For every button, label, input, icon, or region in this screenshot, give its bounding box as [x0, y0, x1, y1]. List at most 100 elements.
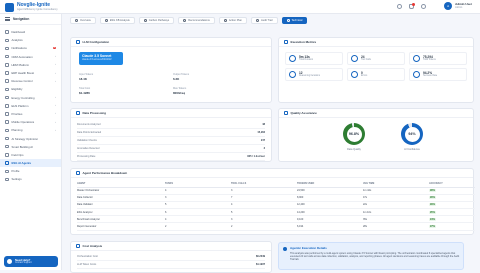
table-cell: 97%: [429, 222, 475, 231]
sidebar-item[interactable]: Revenue Control ›: [0, 77, 61, 85]
sidebar-item[interactable]: Dashboard: [0, 28, 61, 36]
tab-item[interactable]: Action Plan: [218, 17, 247, 24]
nav-icon: [5, 87, 9, 92]
bell-icon[interactable]: [409, 3, 415, 9]
sidebar-item[interactable]: Eligibility: [0, 85, 61, 93]
tab-label: ESG KB Analysis: [109, 19, 130, 22]
card-title: Agent Performance Breakdown: [82, 171, 128, 175]
metric-label: Total Duration: [299, 59, 314, 62]
chevron-right-icon: ›: [55, 104, 56, 108]
table-cell: Report Generator: [77, 222, 165, 231]
sidebar-item-label: Smart Building AI: [11, 144, 33, 149]
metric-label: Reasoning Iterations: [299, 75, 321, 78]
metric-icon: [351, 55, 358, 62]
note-text: This analysis was performed by a multi-a…: [290, 251, 460, 261]
tab-label: Recommendations: [188, 19, 210, 22]
tab-item[interactable]: Carbon Pathways: [138, 17, 175, 24]
table-cell: 99%: [429, 201, 475, 210]
tab-item[interactable]: Overview: [70, 17, 96, 24]
sidebar-item[interactable]: Priorities ›: [0, 110, 61, 118]
tab-icon: [183, 19, 187, 22]
table-cell: 94%: [429, 215, 475, 224]
row-value: 3: [263, 147, 265, 150]
sidebar-item[interactable]: Smart Building AI: [0, 143, 61, 151]
info-icon: [283, 247, 287, 251]
sidebar-item[interactable]: EHS Platform ›: [0, 102, 61, 110]
sidebar-item[interactable]: Notifications 3: [0, 44, 61, 52]
processing-row: Documents Analyzed 48: [77, 121, 265, 129]
accuracy-badge: 97%: [429, 225, 437, 229]
chevron-right-icon: ›: [55, 79, 56, 83]
cost-analysis-card: Cost Analysis Orchestration Cost $0.2349 L…: [70, 241, 272, 273]
tab-item[interactable]: Technical: [281, 17, 308, 24]
sidebar-item[interactable]: Settings: [0, 175, 61, 183]
tab-item[interactable]: Audit Trail: [250, 17, 278, 24]
nav-icon: [5, 104, 9, 108]
tab-item[interactable]: Recommendations: [178, 17, 215, 24]
tab-icon: [286, 19, 290, 22]
sidebar-item[interactable]: Planning ›: [0, 126, 61, 134]
sidebar-item-label: AI Strategy Optimizer: [11, 136, 39, 141]
sidebar-item[interactable]: ESG AI Agents: [0, 159, 61, 168]
table-cell: 5: [165, 201, 231, 210]
table-cell: 2: [165, 222, 231, 231]
dollar-icon: [76, 244, 80, 248]
app-logo[interactable]: [5, 3, 14, 12]
nav-icon: [5, 63, 9, 67]
settings-icon[interactable]: [421, 4, 426, 9]
tab-label: Action Plan: [228, 19, 242, 22]
row-label: Documents Analyzed: [77, 123, 101, 126]
metric-label: Tool Calls: [361, 59, 371, 62]
model-badge: Claude 3.5 Sonnet claude-3-5-sonnet-2024…: [79, 52, 123, 65]
accuracy-badge: 99%: [429, 203, 437, 207]
help-button[interactable]: Need Help? Contact Support: [4, 256, 58, 267]
chevron-right-icon: ›: [55, 120, 56, 124]
nav-icon: [5, 177, 9, 182]
sidebar-item-label: Dashboard: [11, 30, 26, 35]
row-value: 15,284: [257, 131, 265, 134]
table-cell: 14,200: [297, 208, 363, 217]
table-cell: 35s: [363, 215, 429, 224]
llm-config-card: LLM Configuration Claude 3.5 Sonnet clau…: [70, 37, 272, 103]
chevron-right-icon: ›: [55, 63, 56, 67]
table-cell: 95%: [429, 208, 475, 217]
row-label: Data Points Extracted: [77, 131, 102, 134]
chevron-right-icon: ›: [55, 96, 56, 100]
agent-table: Agent Tasks Tool Calls Tokens Used Avg Time A…: [77, 181, 475, 231]
nav-icon: [5, 136, 9, 141]
execution-metrics-card: Execution Metrics 5m 13s Total Duration 24…: [278, 37, 474, 103]
sidebar-item[interactable]: Field Ops: [0, 151, 61, 159]
accuracy-badge: 95%: [429, 210, 437, 214]
table-cell: 2: [231, 222, 297, 231]
metric-tile: 94.2% Success Rate: [409, 68, 467, 81]
sidebar-item[interactable]: HRM Platform ›: [0, 61, 61, 69]
tab-item[interactable]: ESG KB Analysis: [99, 17, 135, 24]
shield-check-icon: [284, 111, 288, 115]
sidebar-item[interactable]: CRM Automation ›: [0, 53, 61, 61]
table-cell: 98%: [429, 187, 475, 195]
user-menu[interactable]: A Admin User Admin: [444, 2, 472, 10]
table-row: Master Orchestrator 4 3 24,500 1m 44s 98%: [77, 187, 475, 195]
sidebar-item-label: Revenue Control: [11, 79, 33, 84]
table-cell: 3: [231, 187, 297, 195]
nav-icon: [5, 46, 9, 51]
card-title: LLM Configuration: [82, 40, 110, 44]
help-icon[interactable]: [397, 4, 402, 9]
sidebar-item[interactable]: Profile: [0, 167, 61, 175]
sidebar-item[interactable]: Analytics: [0, 36, 61, 44]
cpu-icon: [76, 40, 80, 44]
tab-label: Audit Trail: [260, 19, 273, 22]
metric-tile: 75,294 Total Tokens: [409, 52, 467, 65]
sidebar-item[interactable]: Mobile Operations ›: [0, 118, 61, 126]
execution-details-note: Agentic Execution Details This analysis …: [278, 242, 464, 270]
sidebar-item-label: Profile: [11, 169, 20, 174]
field-input-tokens: Input Tokens 18.4K: [79, 73, 94, 81]
table-cell: 22s: [363, 201, 429, 210]
sidebar-item[interactable]: ERP Health Boost ›: [0, 69, 61, 77]
processing-row: Processing Rate 825 / 1 doc/sec: [77, 153, 265, 161]
menu-icon[interactable]: [5, 17, 10, 21]
metric-icon: [289, 71, 296, 78]
sidebar-item[interactable]: Energy Controlling ›: [0, 94, 61, 102]
sidebar-item[interactable]: AI Strategy Optimizer: [0, 134, 61, 142]
tab-label: Overview: [80, 19, 91, 22]
